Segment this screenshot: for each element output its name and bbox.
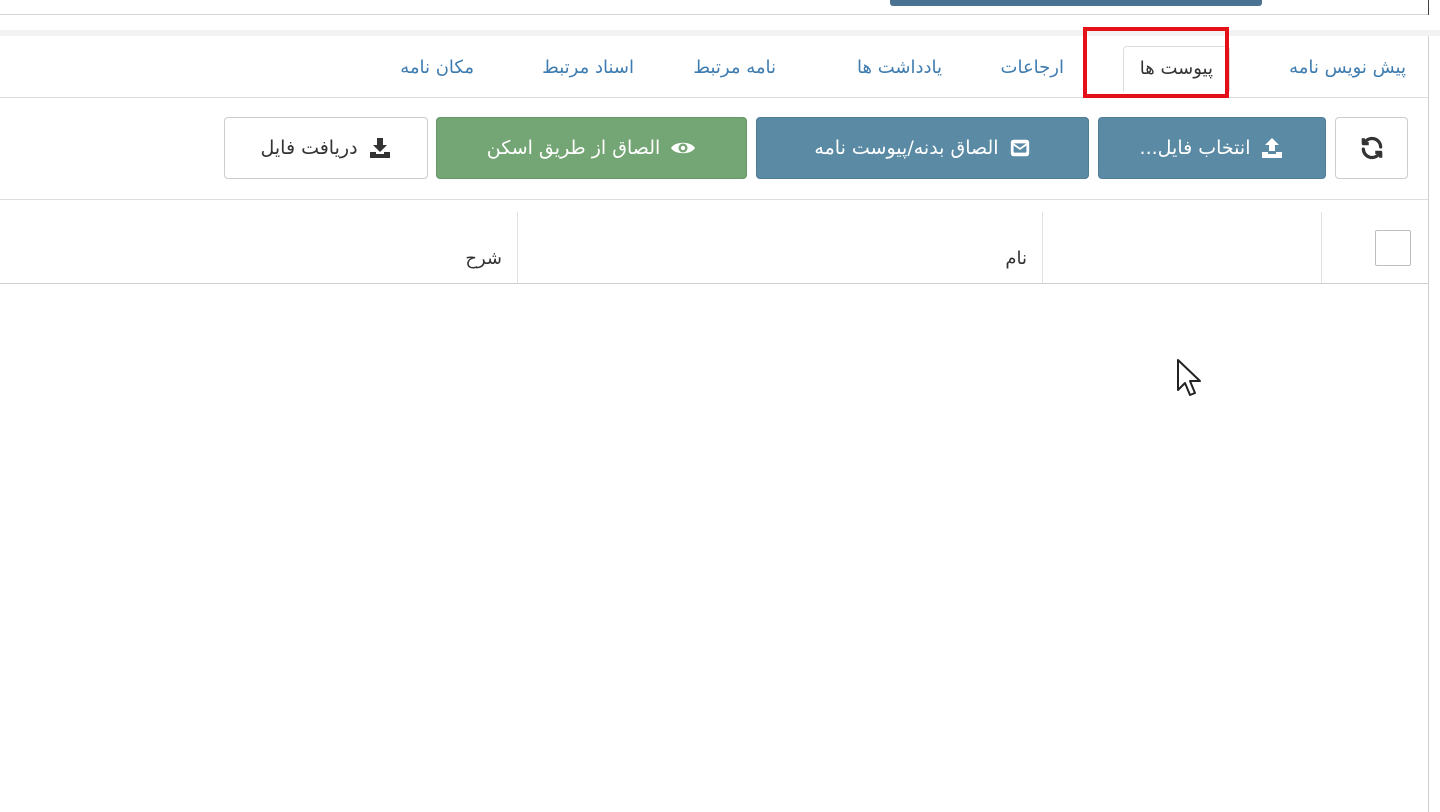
- top-divider: [0, 14, 1428, 15]
- select-file-label: انتخاب فایل...: [1139, 137, 1251, 159]
- attach-scan-button[interactable]: الصاق از طریق اسکن: [436, 117, 747, 179]
- attach-body-button[interactable]: الصاق بدنه/پیوست نامه: [756, 117, 1089, 179]
- table-body: [0, 284, 1428, 812]
- eye-icon: [670, 138, 696, 158]
- top-edge: [1428, 0, 1429, 15]
- column-separator: [1321, 212, 1322, 283]
- tab-notes[interactable]: یادداشت ها: [857, 46, 942, 90]
- select-file-button[interactable]: انتخاب فایل...: [1098, 117, 1326, 179]
- tab-related-letter[interactable]: نامه مرتبط: [693, 46, 776, 90]
- tab-related-documents[interactable]: اسناد مرتبط: [542, 46, 634, 90]
- tab-letter-location[interactable]: مکان نامه: [400, 46, 474, 90]
- table-header: نام شرح: [0, 199, 1428, 285]
- column-header-description[interactable]: شرح: [465, 248, 502, 269]
- download-icon: [368, 136, 392, 160]
- refresh-icon: [1359, 135, 1385, 161]
- attachments-panel: پیش نویس نامه پیوست ها ارجاعات یادداشت ه…: [0, 27, 1429, 812]
- tab-attachments[interactable]: پیوست ها: [1122, 46, 1230, 92]
- download-file-button[interactable]: دریافت فایل: [224, 117, 428, 179]
- top-action-bar[interactable]: [890, 0, 1262, 6]
- column-separator: [517, 212, 518, 283]
- download-file-label: دریافت فایل: [260, 137, 358, 159]
- upload-icon: [1260, 136, 1284, 160]
- page-right-edge: [1429, 36, 1440, 812]
- page: پیش نویس نامه پیوست ها ارجاعات یادداشت ه…: [0, 0, 1440, 812]
- attach-scan-label: الصاق از طریق اسکن: [486, 137, 661, 159]
- refresh-button[interactable]: [1335, 117, 1408, 179]
- column-header-name[interactable]: نام: [1005, 248, 1027, 269]
- select-all-checkbox[interactable]: [1375, 230, 1411, 266]
- tab-draft[interactable]: پیش نویس نامه: [1289, 46, 1406, 90]
- tab-bar: پیش نویس نامه پیوست ها ارجاعات یادداشت ه…: [0, 27, 1428, 98]
- top-strip: [0, 0, 1440, 31]
- envelope-icon: [1009, 137, 1031, 159]
- column-separator: [1042, 212, 1043, 283]
- attach-body-label: الصاق بدنه/پیوست نامه: [814, 137, 999, 159]
- tab-referrals[interactable]: ارجاعات: [1001, 46, 1064, 90]
